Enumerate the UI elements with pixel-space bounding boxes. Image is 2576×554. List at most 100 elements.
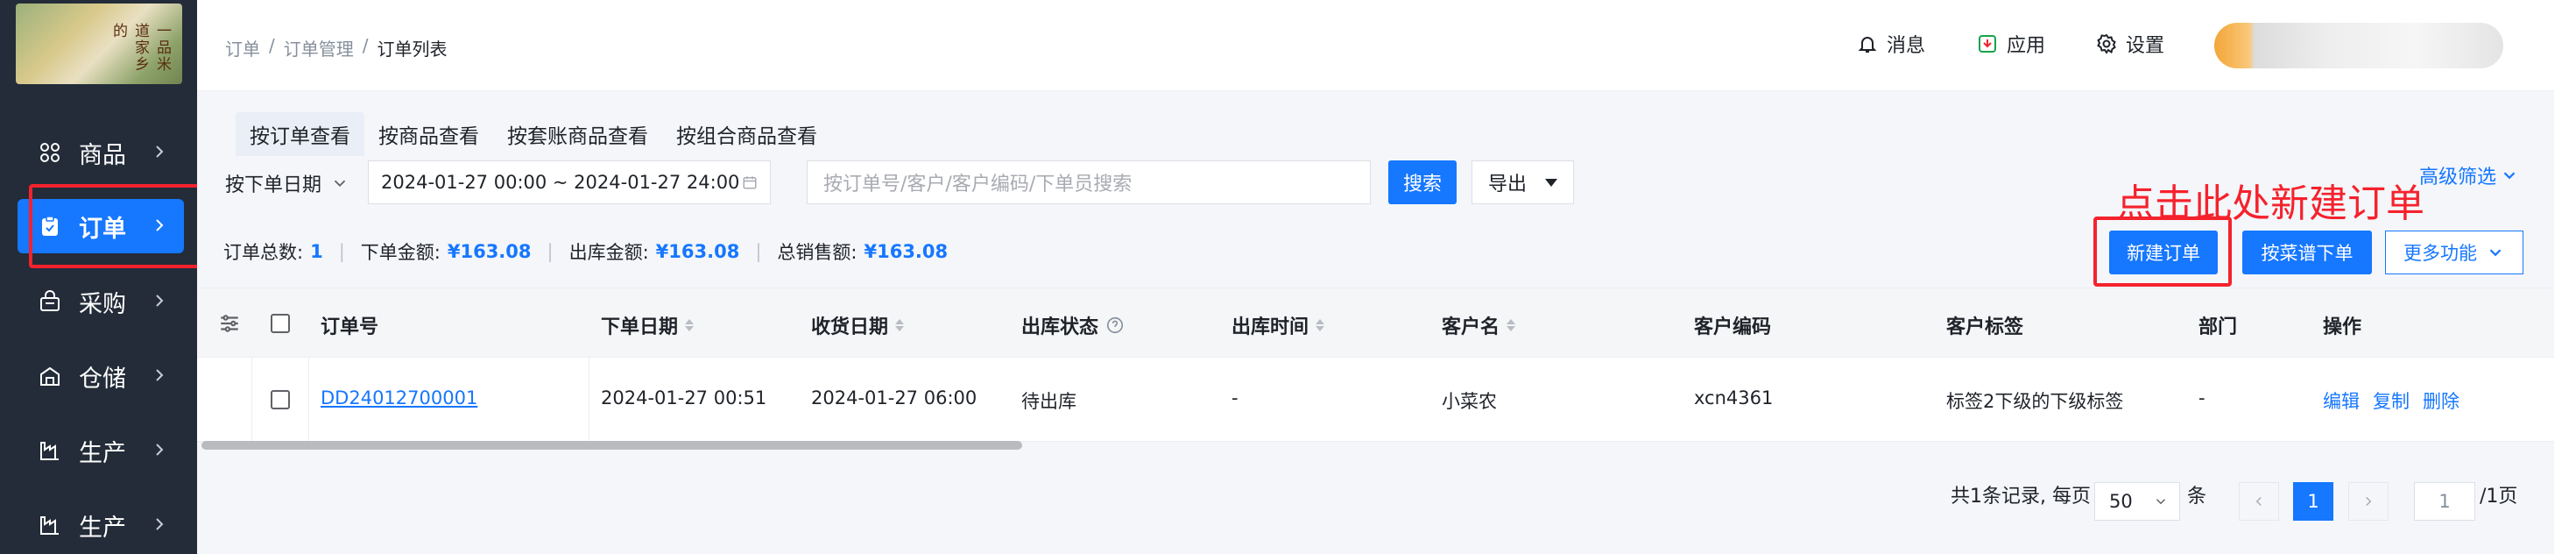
breadcrumb-separator: / (269, 35, 275, 56)
settings-label: 设置 (2126, 35, 2165, 57)
column-order-no: 订单号 (321, 316, 379, 338)
apps-button[interactable]: 应用 (1977, 30, 2045, 58)
column-label: 客户名 (1442, 316, 1500, 338)
messages-button[interactable]: 消息 (1857, 30, 1925, 58)
recipe-order-button[interactable]: 按菜谱下单 (2242, 231, 2372, 274)
date-range-picker[interactable]: 2024-01-27 00:00 ~ 2024-01-27 24:00 (368, 160, 771, 204)
app-download-icon (1979, 35, 1996, 53)
tab-by-combo-product[interactable]: 按组合商品查看 (662, 112, 831, 156)
help-icon[interactable] (1105, 316, 1125, 335)
column-divider (251, 358, 252, 441)
factory-icon (37, 437, 63, 464)
column-customer-name[interactable]: 客户名 (1442, 311, 1516, 339)
sidebar-item-products[interactable]: 商品 (18, 125, 184, 180)
order-amount-label: 下单金额: (360, 242, 441, 263)
chevron-down-icon (334, 180, 346, 188)
pagination-total-text: 共1条记录, 每页 (1951, 486, 2091, 508)
column-settings-icon[interactable] (218, 312, 241, 335)
column-order-date[interactable]: 下单日期 (601, 311, 695, 339)
factory-icon (37, 512, 63, 538)
summary-separator: | (547, 241, 554, 262)
column-label: 出库状态 (1021, 316, 1099, 338)
more-functions-label: 更多功能 (2403, 243, 2477, 264)
sort-icon[interactable] (895, 319, 905, 331)
order-amount-value: ¥163.08 (447, 241, 532, 262)
export-button[interactable]: 导出 (1471, 160, 1574, 204)
logo-text: 一品米道家乡的 (109, 23, 171, 73)
sort-icon[interactable] (1507, 319, 1516, 331)
column-department: 部门 (2198, 316, 2238, 338)
total-pages: /1页 (2480, 480, 2517, 508)
breadcrumb-order-management[interactable]: 订单管理 (284, 35, 354, 60)
tab-by-account-product[interactable]: 按套账商品查看 (493, 112, 662, 156)
sidebar-item-warehouse[interactable]: 仓储 (18, 349, 184, 403)
select-all-checkbox[interactable] (271, 314, 290, 333)
date-type-select[interactable]: 按下单日期 (225, 169, 349, 197)
sidebar-item-label: 商品 (79, 141, 126, 169)
user-avatar[interactable] (2214, 23, 2503, 68)
chevron-right-icon (156, 518, 164, 530)
column-outbound-time[interactable]: 出库时间 (1232, 311, 1325, 339)
sidebar-item-label: 生产 (79, 439, 126, 467)
bell-icon (1858, 37, 1877, 53)
total-pages-label: /1页 (2480, 486, 2518, 508)
messages-label: 消息 (1887, 35, 1926, 57)
search-input[interactable]: 按订单号/客户/客户编码/下单员搜索 (807, 160, 1371, 204)
total-orders-label: 订单总数: (223, 242, 304, 263)
sidebar-item-production[interactable]: 生产 (18, 423, 184, 478)
tab-by-order[interactable]: 按订单查看 (236, 112, 364, 156)
customer-name-cell: 小菜农 (1442, 391, 1497, 412)
page-size-value: 50 (2109, 491, 2133, 512)
sidebar-item-purchase[interactable]: 采购 (18, 274, 184, 329)
annotation-highlight-orders (29, 184, 206, 268)
column-customer-code: 客户编码 (1694, 316, 1772, 338)
chevron-right-icon (156, 146, 164, 158)
more-functions-button[interactable]: 更多功能 (2385, 231, 2523, 274)
chevron-left-icon (2255, 496, 2262, 507)
prev-page-button[interactable] (2239, 482, 2279, 521)
column-outbound-status: 出库状态 (1021, 311, 1125, 339)
brand-logo[interactable]: 一品米道家乡的 (16, 4, 182, 84)
sidebar-item-label: 仓储 (79, 365, 126, 393)
page-size-select[interactable]: 50 (2094, 482, 2180, 521)
page-1-button[interactable]: 1 (2293, 482, 2333, 521)
total-sales-label: 总销售额: (777, 242, 857, 263)
breadcrumb-current: 订单列表 (377, 39, 448, 60)
row-checkbox[interactable] (271, 390, 290, 409)
copy-link[interactable]: 复制 (2373, 387, 2410, 414)
grid-icon (37, 139, 63, 166)
new-order-button[interactable]: 新建订单 (2109, 231, 2218, 274)
column-label: 下单日期 (601, 316, 679, 338)
column-label: 出库时间 (1232, 316, 1309, 338)
chevron-right-icon (156, 369, 164, 381)
top-bar: 订单 / 订单管理 / 订单列表 消息 应用 设置 (197, 0, 2576, 91)
right-edge-panel (2554, 0, 2576, 554)
search-button[interactable]: 搜索 (1388, 160, 1457, 204)
sidebar-item-label: 采购 (79, 290, 126, 318)
sort-icon[interactable] (685, 319, 695, 331)
chevron-right-icon (156, 295, 164, 307)
edit-link[interactable]: 编辑 (2323, 387, 2360, 414)
next-page-button[interactable] (2348, 482, 2389, 521)
summary-separator: | (755, 241, 762, 262)
chevron-right-icon (156, 444, 164, 456)
delivery-date-cell: 2024-01-27 06:00 (811, 387, 977, 408)
breadcrumb-orders[interactable]: 订单 (225, 35, 260, 60)
column-divider (308, 358, 309, 441)
goto-page-input[interactable]: 1 (2414, 482, 2475, 521)
advanced-filter-button[interactable]: 高级筛选 (2419, 161, 2519, 189)
department-cell: - (2198, 387, 2205, 408)
total-sales-value: ¥163.08 (864, 241, 949, 262)
search-placeholder: 按订单号/客户/客户编码/下单员搜索 (823, 174, 1133, 195)
delete-link[interactable]: 删除 (2423, 387, 2460, 414)
sort-icon[interactable] (1316, 319, 1325, 331)
order-number-link[interactable]: DD24012700001 (321, 387, 477, 408)
outbound-time-cell: - (1232, 387, 1239, 408)
outbound-status-cell: 待出库 (1021, 391, 1076, 412)
horizontal-scrollbar[interactable] (201, 441, 1022, 450)
tab-by-product[interactable]: 按商品查看 (364, 112, 493, 156)
breadcrumb-separator: / (362, 35, 369, 56)
sidebar-item-production-2[interactable]: 生产 (18, 498, 184, 552)
column-delivery-date[interactable]: 收货日期 (811, 311, 905, 339)
settings-button[interactable]: 设置 (2096, 30, 2164, 58)
